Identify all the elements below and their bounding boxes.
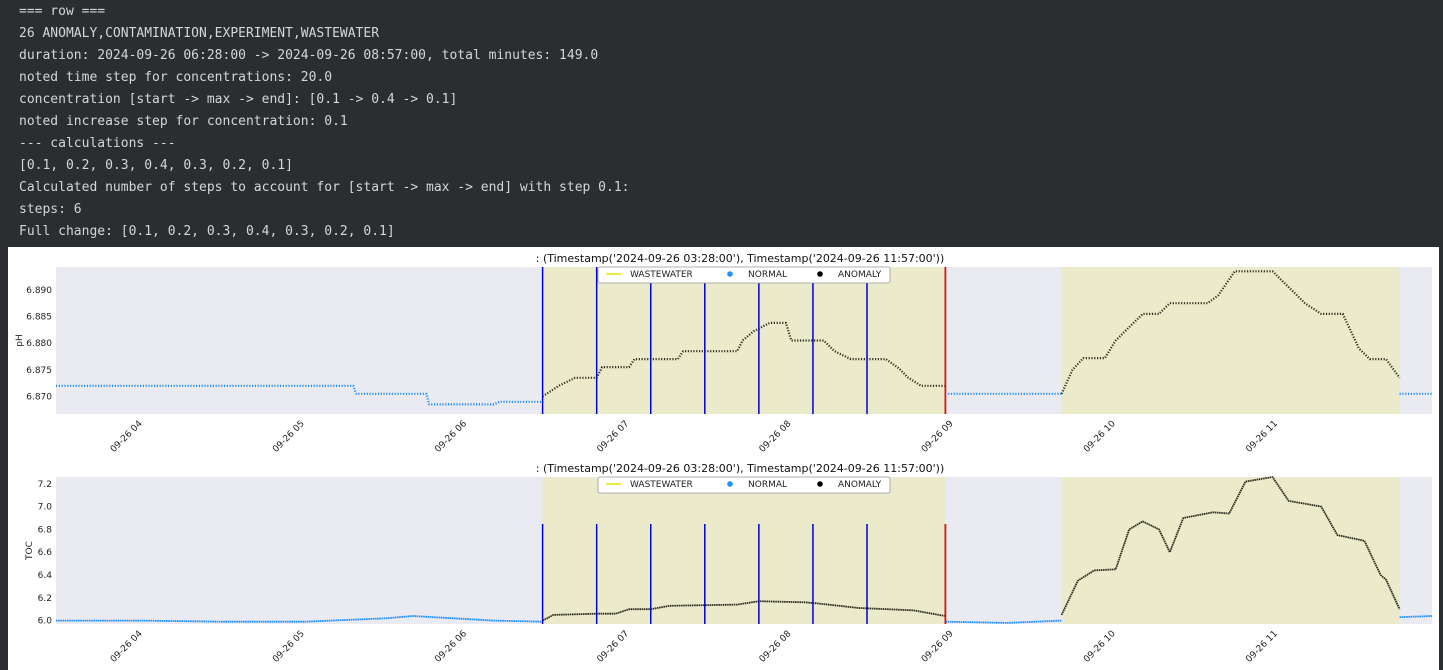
y-tick-label: 6.8: [38, 525, 53, 535]
x-tick-label: 09-26 08: [758, 629, 794, 665]
legend-anomaly-label: ANOMALY: [838, 480, 882, 490]
console-line: duration: 2024-09-26 06:28:00 -> 2024-09…: [19, 48, 599, 63]
plot-output: : (Timestamp('2024-09-26 03:28:00'), Tim…: [8, 247, 1439, 670]
y-axis-label: pH: [15, 334, 25, 346]
x-tick-label: 09-26 09: [920, 419, 956, 455]
legend-wastewater-label: WASTEWATER: [630, 480, 693, 490]
legend-anomaly-marker: [817, 481, 823, 487]
x-tick-label: 09-26 10: [1082, 629, 1118, 665]
x-tick-label: 09-26 05: [271, 629, 307, 665]
console-line: noted time step for concentrations: 20.0: [19, 70, 333, 85]
y-tick-label: 7.0: [38, 503, 53, 513]
x-tick-label: 09-26 06: [433, 419, 469, 455]
y-tick-label: 7.2: [38, 480, 52, 490]
console-line: --- calculations ---: [19, 136, 176, 151]
console-line: Calculated number of steps to account fo…: [19, 180, 630, 195]
x-tick-label: 09-26 11: [1244, 629, 1280, 665]
legend-normal-marker: [727, 271, 733, 277]
console-line: noted increase step for concentration: 0…: [19, 114, 348, 129]
y-tick-label: 6.880: [26, 339, 52, 349]
legend-wastewater-label: WASTEWATER: [630, 270, 693, 280]
wastewater-span: [542, 477, 946, 624]
chart-title: : (Timestamp('2024-09-26 03:28:00'), Tim…: [536, 252, 945, 265]
x-tick-label: 09-26 08: [758, 419, 794, 455]
y-axis-label: TOC: [25, 541, 35, 561]
y-tick-label: 6.885: [26, 313, 52, 323]
console-line: Full change: [0.1, 0.2, 0.3, 0.4, 0.3, 0…: [19, 224, 395, 239]
y-tick-label: 6.0: [38, 617, 53, 627]
console-line: 26 ANOMALY,CONTAMINATION,EXPERIMENT,WAST…: [19, 26, 380, 41]
x-tick-label: 09-26 09: [920, 629, 956, 665]
legend-normal-label: NORMAL: [748, 480, 787, 490]
x-tick-label: 09-26 10: [1082, 419, 1118, 455]
y-tick-label: 6.875: [26, 366, 52, 376]
console-line: steps: 6: [19, 202, 82, 217]
x-tick-label: 09-26 07: [596, 419, 632, 455]
y-tick-label: 6.890: [26, 286, 52, 296]
console-line: [0.1, 0.2, 0.3, 0.4, 0.3, 0.2, 0.1]: [19, 158, 293, 173]
plots-svg: : (Timestamp('2024-09-26 03:28:00'), Tim…: [15, 252, 1433, 665]
chart-ph: : (Timestamp('2024-09-26 03:28:00'), Tim…: [15, 252, 1432, 455]
x-tick-label: 09-26 11: [1244, 419, 1280, 455]
x-tick-label: 09-26 04: [109, 419, 145, 455]
legend-normal-label: NORMAL: [748, 270, 787, 280]
wastewater-span: [1061, 267, 1400, 414]
chart-toc: : (Timestamp('2024-09-26 03:28:00'), Tim…: [25, 462, 1433, 665]
x-tick-label: 09-26 04: [109, 629, 145, 665]
console-line: concentration [start -> max -> end]: [0.…: [19, 92, 458, 107]
legend-anomaly-label: ANOMALY: [838, 270, 882, 280]
legend-normal-marker: [727, 481, 733, 487]
console-output: === row === 26 ANOMALY,CONTAMINATION,EXPE…: [19, 1, 1429, 243]
x-tick-label: 09-26 07: [596, 629, 632, 665]
legend-anomaly-marker: [817, 271, 823, 277]
y-tick-label: 6.870: [26, 392, 52, 402]
chart-title: : (Timestamp('2024-09-26 03:28:00'), Tim…: [536, 462, 945, 475]
console-line: === row ===: [19, 4, 106, 19]
y-tick-label: 6.4: [38, 571, 53, 581]
wastewater-span: [1061, 477, 1400, 624]
y-tick-label: 6.6: [38, 548, 53, 558]
y-tick-label: 6.2: [38, 594, 52, 604]
x-tick-label: 09-26 06: [433, 629, 469, 665]
normal-series: [1399, 615, 1433, 619]
x-tick-label: 09-26 05: [271, 419, 307, 455]
